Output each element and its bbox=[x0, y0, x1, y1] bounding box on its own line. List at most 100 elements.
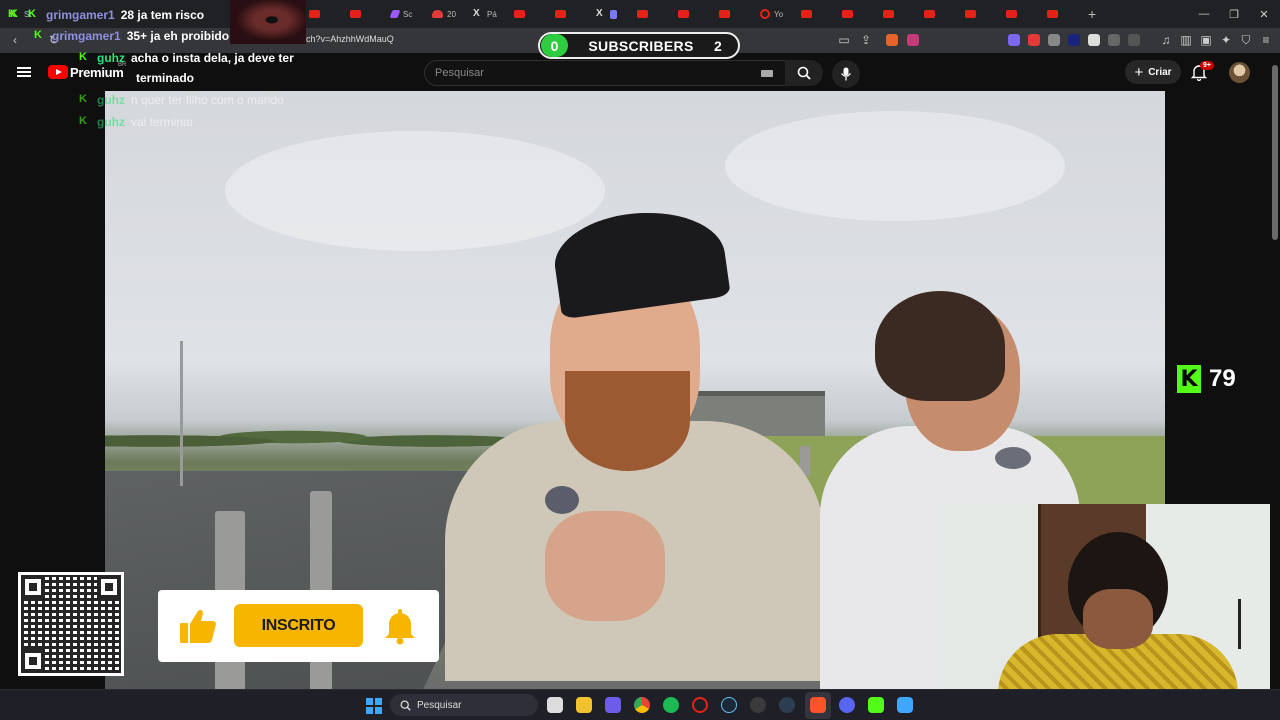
tab[interactable]: 20 bbox=[424, 0, 465, 28]
file-explorer-icon[interactable] bbox=[576, 697, 592, 713]
cloud bbox=[225, 131, 605, 251]
kick-icon: K bbox=[79, 115, 87, 127]
voice-search-button[interactable] bbox=[832, 60, 860, 88]
scrollbar[interactable] bbox=[1270, 55, 1280, 689]
tab[interactable]: Sc bbox=[383, 0, 424, 28]
spotify-icon[interactable] bbox=[663, 697, 679, 713]
sidebar-icon[interactable]: ▥ bbox=[1178, 32, 1194, 48]
restore-icon[interactable]: ❐ bbox=[1218, 0, 1250, 28]
chat-message: terminado bbox=[136, 71, 194, 85]
wallet-icon[interactable]: ▣ bbox=[1198, 32, 1214, 48]
lavalier-mic bbox=[545, 486, 579, 514]
vpn-icon[interactable]: ⛉ bbox=[1238, 32, 1254, 48]
app-icon[interactable] bbox=[779, 697, 795, 713]
address-url[interactable]: ch?v=AhzhhWdMauQ bbox=[306, 34, 394, 44]
tab[interactable] bbox=[506, 0, 547, 28]
youtube-brand[interactable]: Premium bbox=[70, 65, 124, 80]
new-tab-icon[interactable]: + bbox=[1088, 6, 1096, 22]
youtube-icon bbox=[350, 10, 361, 18]
youtube-icon bbox=[719, 10, 730, 18]
menu-icon[interactable]: ≡ bbox=[1258, 32, 1274, 48]
extension-icon[interactable] bbox=[1048, 34, 1060, 46]
tab[interactable] bbox=[834, 0, 875, 28]
avatar[interactable] bbox=[1229, 62, 1250, 83]
notepad-icon[interactable] bbox=[897, 697, 913, 713]
tab[interactable] bbox=[916, 0, 957, 28]
tab[interactable] bbox=[547, 0, 588, 28]
lavalier-mic bbox=[995, 447, 1031, 469]
taskbar-search[interactable]: Pesquisar bbox=[390, 694, 538, 716]
discord-icon[interactable] bbox=[839, 697, 855, 713]
create-button[interactable]: + Criar bbox=[1125, 60, 1181, 84]
music-icon[interactable]: ♫ bbox=[1158, 32, 1174, 48]
chat-text: n quer ter filho com o marido bbox=[131, 93, 284, 107]
tab[interactable] bbox=[342, 0, 383, 28]
youtube-icon bbox=[1006, 10, 1017, 18]
qr-finder bbox=[21, 649, 45, 673]
opera-icon[interactable] bbox=[692, 697, 708, 713]
ai-icon[interactable]: ✦ bbox=[1218, 32, 1234, 48]
subscriber-count-right: 2 bbox=[714, 37, 722, 54]
create-label: Criar bbox=[1148, 66, 1172, 78]
scrollbar-thumb[interactable] bbox=[1272, 65, 1278, 240]
street-light bbox=[180, 341, 183, 486]
close-icon[interactable]: ✕ bbox=[1248, 0, 1280, 28]
brave-shield-icon[interactable] bbox=[886, 34, 898, 46]
youtube-logo-icon[interactable] bbox=[48, 65, 68, 79]
tab[interactable] bbox=[793, 0, 834, 28]
taskbar: Pesquisar bbox=[0, 689, 1280, 720]
puzzle-icon[interactable] bbox=[1108, 34, 1120, 46]
viewer-count: 79 bbox=[1209, 365, 1236, 392]
eye-thumbnail bbox=[230, 0, 306, 44]
extension-icon[interactable] bbox=[1008, 34, 1020, 46]
task-view-icon[interactable] bbox=[547, 697, 563, 713]
chat-username: guhz bbox=[97, 93, 125, 107]
tab[interactable]: X bbox=[588, 0, 629, 28]
brave-rewards-icon[interactable] bbox=[907, 34, 919, 46]
qr-finder bbox=[21, 575, 45, 599]
tab[interactable] bbox=[875, 0, 916, 28]
chat-text: vai terminar bbox=[131, 115, 194, 129]
app-grid-icon[interactable] bbox=[605, 697, 621, 713]
brave-icon[interactable] bbox=[810, 697, 826, 713]
subscriber-count-left: 0 bbox=[541, 34, 568, 57]
tab[interactable] bbox=[629, 0, 670, 28]
chat-message: K guhz acha o insta dela, ja deve ter bbox=[79, 51, 294, 65]
screenshot-icon[interactable] bbox=[1128, 34, 1140, 46]
extension-icon[interactable] bbox=[1088, 34, 1100, 46]
tab[interactable] bbox=[301, 0, 342, 28]
tab[interactable] bbox=[1039, 0, 1080, 28]
chrome-icon[interactable] bbox=[634, 697, 650, 713]
extension-icon[interactable] bbox=[1068, 34, 1080, 46]
search-placeholder: Pesquisar bbox=[435, 67, 484, 79]
hamburger-menu-icon[interactable] bbox=[17, 67, 31, 77]
tab[interactable]: X Pá bbox=[465, 0, 506, 28]
windows-start-icon[interactable] bbox=[366, 698, 382, 714]
tab[interactable] bbox=[670, 0, 711, 28]
tab[interactable] bbox=[998, 0, 1039, 28]
youtube-icon bbox=[1047, 10, 1058, 18]
youtube-icon bbox=[678, 10, 689, 18]
tab-label: 20 bbox=[447, 9, 456, 19]
car-icon bbox=[432, 10, 443, 18]
cast-icon[interactable]: ▭ bbox=[836, 32, 852, 48]
app-icon[interactable] bbox=[868, 697, 884, 713]
keyboard-icon[interactable] bbox=[761, 70, 773, 77]
search-button[interactable] bbox=[785, 60, 823, 86]
chat-message: K guhz n quer ter filho com o marido bbox=[79, 93, 284, 107]
subscribe-overlay: INSCRITO bbox=[158, 590, 439, 662]
share-icon[interactable]: ⇪ bbox=[858, 32, 874, 48]
youtube-icon bbox=[842, 10, 853, 18]
steam-icon[interactable] bbox=[721, 697, 737, 713]
tab[interactable]: Yo bbox=[752, 0, 793, 28]
man-beard bbox=[565, 371, 690, 471]
app-icon[interactable] bbox=[750, 697, 766, 713]
back-icon[interactable]: ‹ bbox=[7, 32, 23, 48]
extension-icon[interactable] bbox=[1028, 34, 1040, 46]
plus-icon: + bbox=[1134, 63, 1144, 81]
tab[interactable] bbox=[711, 0, 752, 28]
qr-finder bbox=[97, 575, 121, 599]
minimize-icon[interactable]: — bbox=[1188, 0, 1220, 28]
tab[interactable] bbox=[957, 0, 998, 28]
search-input[interactable]: Pesquisar bbox=[424, 60, 786, 86]
